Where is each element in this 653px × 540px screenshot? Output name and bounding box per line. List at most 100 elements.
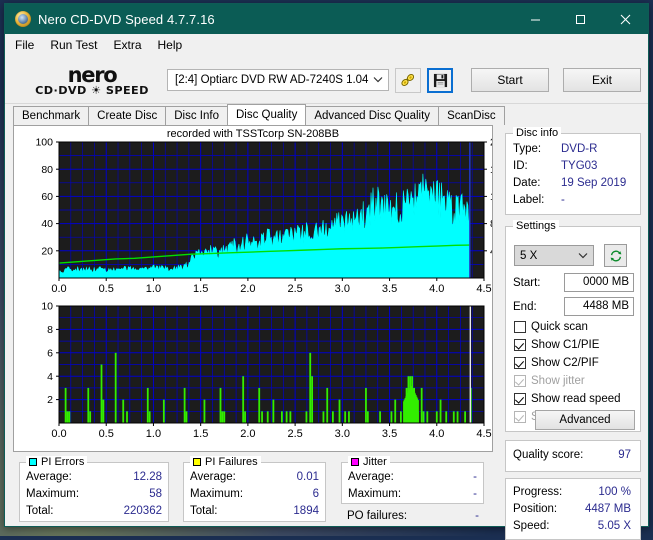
window-title: Nero CD-DVD Speed 4.7.7.16 [38,12,215,27]
position-value: 4487 MB [585,503,631,515]
quality-graphs[interactable]: 20406080100481216200.00.51.01.52.02.53.0… [14,126,492,451]
pi-errors-maximum-label: Maximum: [26,488,79,500]
disc-type-value: DVD-R [561,143,597,155]
tab-advanced-disc-quality[interactable]: Advanced Disc Quality [305,106,439,125]
advanced-button[interactable]: Advanced [535,410,635,430]
checkbox-show-read-speed[interactable]: Show read speed [514,393,621,405]
jitter-average-value: - [473,471,477,483]
disc-quality-panel: recorded with TSSTcorp SN-208BB 20406080… [5,124,648,526]
exit-button[interactable]: Exit [563,68,641,92]
pi-failures-maximum-label: Maximum: [190,488,243,500]
svg-text:12: 12 [490,191,492,203]
disc-info-group: Disc info Type: DVD-R ID: TYG03 Date: 19… [505,133,641,215]
logo-line-2: CD·DVD ☀ SPEED [16,85,169,96]
start-button[interactable]: Start [471,68,549,92]
chart-subtitle: recorded with TSSTcorp SN-208BB [14,128,492,140]
svg-text:2.5: 2.5 [287,428,302,440]
app-window: Nero CD-DVD Speed 4.7.7.16 File Run Test… [4,3,649,527]
pi-failures-total-value: 1894 [293,505,319,517]
quality-score-label: Quality score: [513,449,583,461]
tab-scandisc[interactable]: ScanDisc [438,106,505,125]
disc-id-label: ID: [513,160,528,172]
jitter-average-label: Average: [348,471,394,483]
svg-text:8: 8 [490,218,492,230]
chevron-down-icon [370,75,386,85]
jitter-maximum-value: - [473,488,477,500]
pi-failures-header: PI Failures [190,456,261,468]
title-bar: Nero CD-DVD Speed 4.7.7.16 [5,4,648,34]
minimize-button[interactable] [513,4,558,34]
maximize-button[interactable] [558,4,603,34]
svg-text:0.5: 0.5 [99,428,114,440]
drive-select[interactable]: [2:4] Optiarc DVD RW AD-7240S 1.04 [167,69,389,91]
svg-text:16: 16 [490,164,492,176]
pi-failures-maximum-value: 6 [313,488,319,500]
pi-failures-total-label: Total: [190,505,218,517]
menu-item-run-test[interactable]: Run Test [50,38,97,52]
settings-group: Settings 5 X Start: 0000 MB End: 4488 MB [505,226,641,432]
pi-errors-color-swatch [29,458,37,466]
pi-errors-total-value: 220362 [124,505,162,517]
checkbox-checked-disabled-icon [514,375,526,387]
tab-disc-quality[interactable]: Disc Quality [227,104,306,125]
pi-errors-box: PI Errors Average: 12.28 Maximum: 58 Tot… [19,462,169,522]
svg-text:1.5: 1.5 [193,428,208,440]
scan-end-input[interactable]: 4488 MB [564,297,634,316]
po-failures-label: PO failures: [347,510,407,522]
tab-benchmark[interactable]: Benchmark [13,106,89,125]
nero-disc-icon [15,11,31,27]
close-button[interactable] [603,4,648,34]
svg-text:3.5: 3.5 [382,283,397,295]
scan-start-input[interactable]: 0000 MB [564,273,634,292]
menu-item-help[interactable]: Help [158,38,183,52]
refresh-icon-button[interactable] [604,244,627,267]
pi-errors-average-value: 12.28 [133,471,162,483]
svg-text:3.5: 3.5 [382,428,397,440]
svg-text:3.0: 3.0 [335,428,350,440]
checkbox-show-c2-pif[interactable]: Show C2/PIF [514,357,599,369]
svg-text:20: 20 [41,245,53,257]
svg-text:4: 4 [47,371,53,383]
speed-select[interactable]: 5 X [514,245,594,266]
checkbox-show-c1-pie[interactable]: Show C1/PIE [514,339,599,351]
svg-text:4.0: 4.0 [429,428,444,440]
menu-item-file[interactable]: File [15,38,34,52]
svg-text:2.0: 2.0 [240,428,255,440]
checkbox-checked-icon [514,393,526,405]
jitter-maximum-label: Maximum: [348,488,401,500]
link-drive-icon-button[interactable] [395,68,421,93]
pi-errors-maximum-value: 58 [149,488,162,500]
svg-text:8: 8 [47,324,53,336]
tab-disc-info[interactable]: Disc Info [165,106,228,125]
window-controls [513,4,648,34]
svg-text:80: 80 [41,164,53,176]
pi-failures-average-value: 0.01 [297,471,319,483]
menu-item-extra[interactable]: Extra [113,38,141,52]
checkbox-quick-scan[interactable]: Quick scan [514,321,588,333]
settings-title: Settings [513,220,559,232]
checkbox-show-jitter-label: Show jitter [531,375,585,387]
pi-errors-total-label: Total: [26,505,54,517]
scan-start-label: Start: [513,277,540,289]
tab-create-disc[interactable]: Create Disc [88,106,166,125]
disc-label-label: Label: [513,194,544,206]
progress-box: Progress: 100 % Position: 4487 MB Speed:… [505,478,641,540]
checkbox-checked-disabled-icon [514,411,526,423]
svg-text:0.0: 0.0 [51,283,66,295]
checkbox-box-icon [514,321,526,333]
speed-value: 5.05 X [598,520,631,532]
disc-date-label: Date: [513,177,541,189]
svg-text:4: 4 [490,245,492,257]
svg-text:4.0: 4.0 [429,283,444,295]
logo-line-1: nero [17,65,167,86]
quality-score-value: 97 [618,449,631,461]
save-floppy-icon-button[interactable] [427,68,453,93]
checkbox-show-read-speed-label: Show read speed [531,393,621,405]
checkbox-checked-icon [514,339,526,351]
svg-text:2.0: 2.0 [240,283,255,295]
checkbox-quick-scan-label: Quick scan [531,321,588,333]
pi-failures-title: PI Failures [205,456,258,468]
svg-text:2: 2 [47,394,53,406]
svg-text:4.5: 4.5 [476,428,491,440]
drive-select-value: [2:4] Optiarc DVD RW AD-7240S 1.04 [175,74,368,86]
